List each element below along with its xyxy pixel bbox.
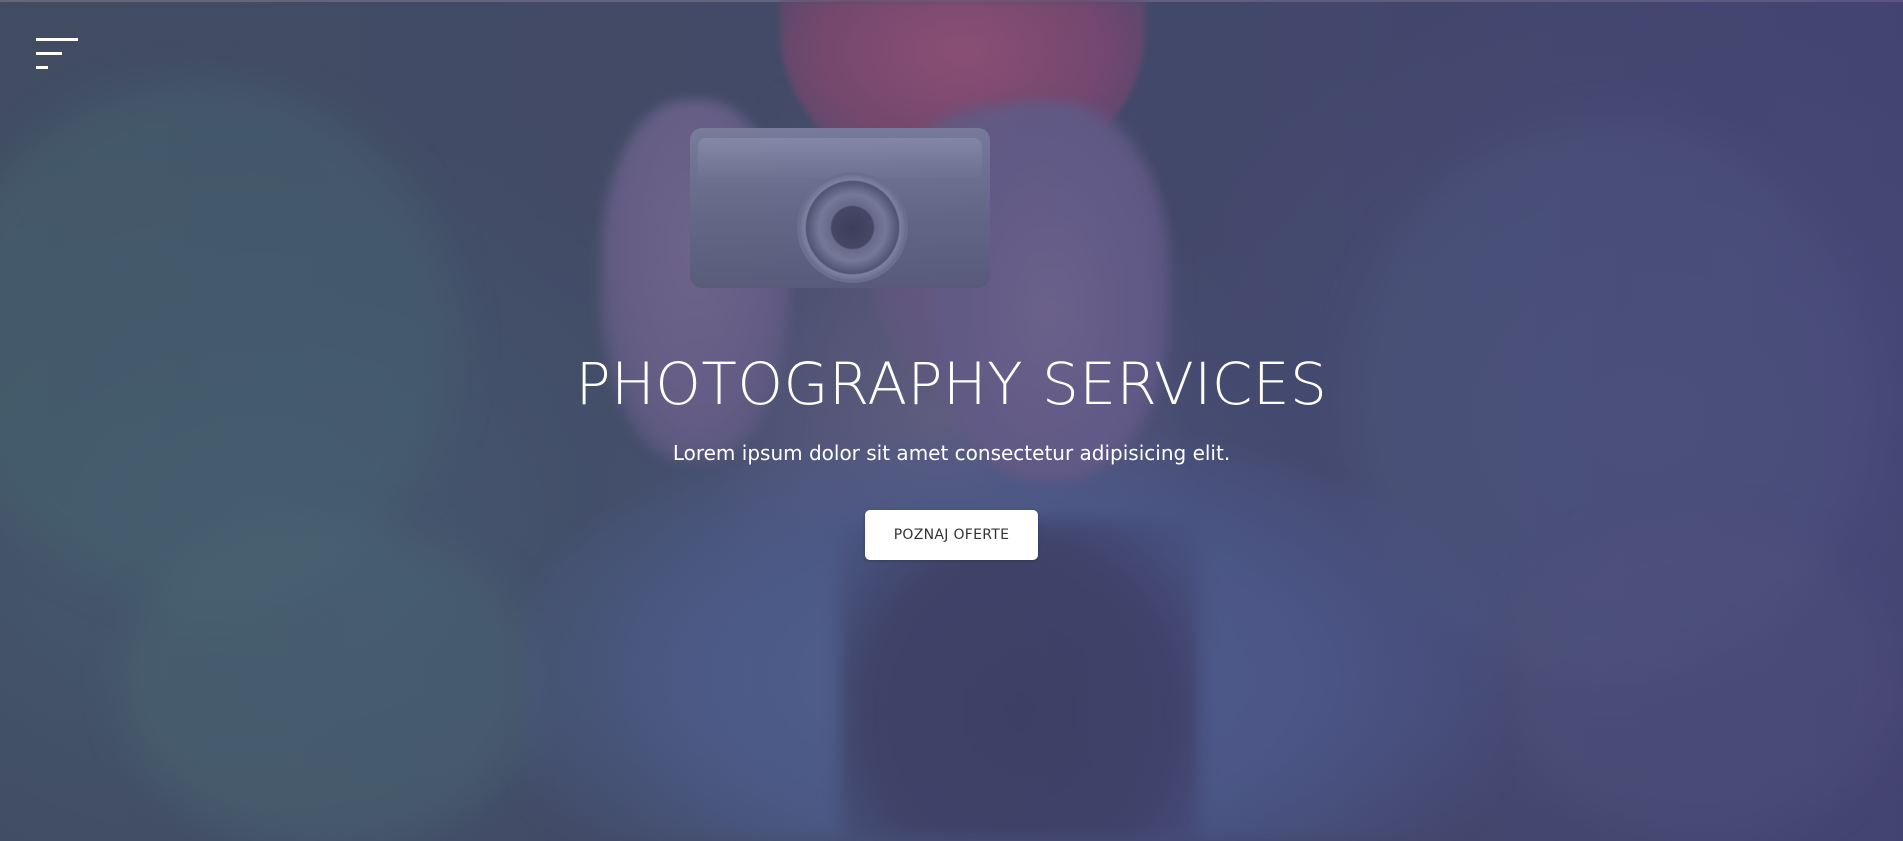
menu-line-bottom [36, 66, 48, 69]
hamburger-menu-icon[interactable] [36, 38, 78, 70]
hero-section: PHOTOGRAPHY SERVICES Lorem ipsum dolor s… [0, 0, 1903, 841]
menu-line-middle [36, 52, 62, 55]
cta-button[interactable]: POZNAJ OFERTE [865, 510, 1038, 560]
hero-subtitle: Lorem ipsum dolor sit amet consectetur a… [672, 441, 1231, 465]
color-overlay [0, 0, 1903, 841]
menu-line-top [36, 38, 78, 41]
hero-title: PHOTOGRAPHY SERVICES [575, 350, 1328, 418]
